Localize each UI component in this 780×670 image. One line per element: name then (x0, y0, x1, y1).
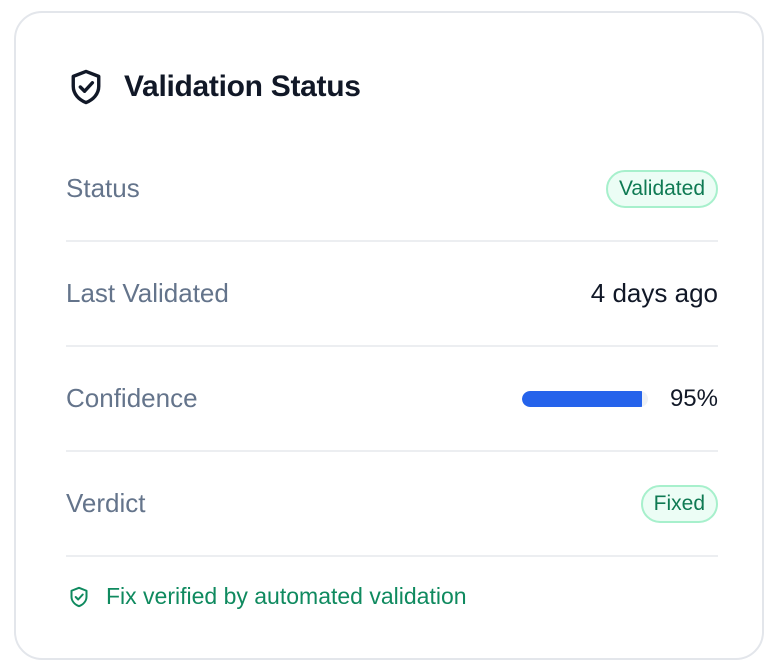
confidence-meter: 95% (521, 384, 718, 413)
verdict-badge: Fixed (640, 484, 718, 523)
verdict-label: Verdict (66, 488, 146, 518)
shield-check-icon (68, 585, 90, 609)
confidence-value: 95% (669, 384, 718, 412)
footer-text: Fix verified by automated validation (106, 583, 467, 609)
validation-footer: Fix verified by automated validation (68, 583, 467, 610)
last-validated-row: Last Validated 4 days ago (66, 242, 718, 347)
confidence-progress-fill (521, 390, 642, 407)
confidence-label: Confidence (66, 383, 198, 413)
last-validated-label: Last Validated (66, 278, 229, 308)
status-row: Status Validated (66, 137, 718, 242)
status-label: Status (66, 173, 140, 203)
last-validated-value: 4 days ago (590, 278, 718, 308)
shield-check-icon (68, 67, 104, 107)
verdict-row: Verdict Fixed (66, 452, 718, 557)
card-header: Validation Status (68, 65, 361, 109)
status-badge: Validated (605, 169, 718, 208)
card-title: Validation Status (124, 70, 361, 103)
status-rows: Status Validated Last Validated 4 days a… (66, 137, 718, 557)
confidence-progress-bar (521, 390, 648, 407)
confidence-row: Confidence 95% (66, 347, 718, 452)
validation-status-card: Validation Status Status Validated Last … (14, 11, 764, 660)
